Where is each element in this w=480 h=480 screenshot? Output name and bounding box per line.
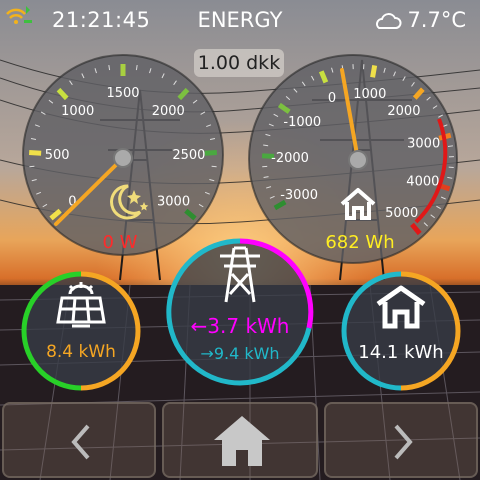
power-value: 0 W — [102, 232, 138, 253]
gauge-tick — [29, 150, 42, 156]
solar-circle — [21, 271, 141, 391]
gauge-tick-label: 2000 — [152, 104, 185, 119]
grid-export-value: →9.4 kWh — [200, 344, 280, 363]
grid-circle — [166, 238, 314, 386]
gauge-tick-label: 2500 — [172, 148, 205, 163]
status-bar: 21:21:45 ENERGY 7.7°C — [0, 0, 480, 42]
gauge-tick-label: 5000 — [385, 206, 418, 221]
gauge-tick-label: 4000 — [406, 174, 439, 189]
temperature: 7.7°C — [407, 8, 466, 32]
gauge-tick-label: 2000 — [387, 104, 420, 119]
gauge-tick-label: 500 — [45, 148, 70, 163]
gauge-tick-label: -2000 — [271, 151, 309, 166]
gauge-tick-label: 1500 — [106, 86, 139, 101]
gauge-tick-label: 0 — [328, 91, 336, 106]
next-button[interactable] — [324, 402, 478, 478]
power-gauge: 050010001500200025003000 — [22, 54, 224, 256]
gauge-tick-label: 3000 — [157, 194, 190, 209]
home-icon — [214, 416, 270, 466]
solar-value: 8.4 kWh — [46, 342, 116, 362]
home-circle — [341, 271, 461, 391]
gauge-tick — [204, 150, 217, 156]
grid-import-value: ←3.7 kWh — [190, 314, 290, 338]
cloud-icon — [376, 13, 402, 29]
gauge-tick-label: -3000 — [280, 188, 318, 203]
gauge-tick-label: 3000 — [407, 136, 440, 151]
gauge-tick-label: -1000 — [283, 115, 321, 130]
chevron-left-icon — [71, 424, 90, 460]
gauge-tick-label: 1000 — [61, 104, 94, 119]
chevron-right-icon — [394, 424, 413, 460]
home-button[interactable] — [162, 402, 318, 478]
gauge-tick-label: 1000 — [353, 87, 386, 102]
prev-button[interactable] — [2, 402, 156, 478]
gauge-tick — [370, 65, 378, 78]
home-value: 14.1 kWh — [358, 342, 444, 363]
power-gauge-hub — [113, 148, 133, 168]
energy-gauge-hub — [348, 150, 368, 170]
